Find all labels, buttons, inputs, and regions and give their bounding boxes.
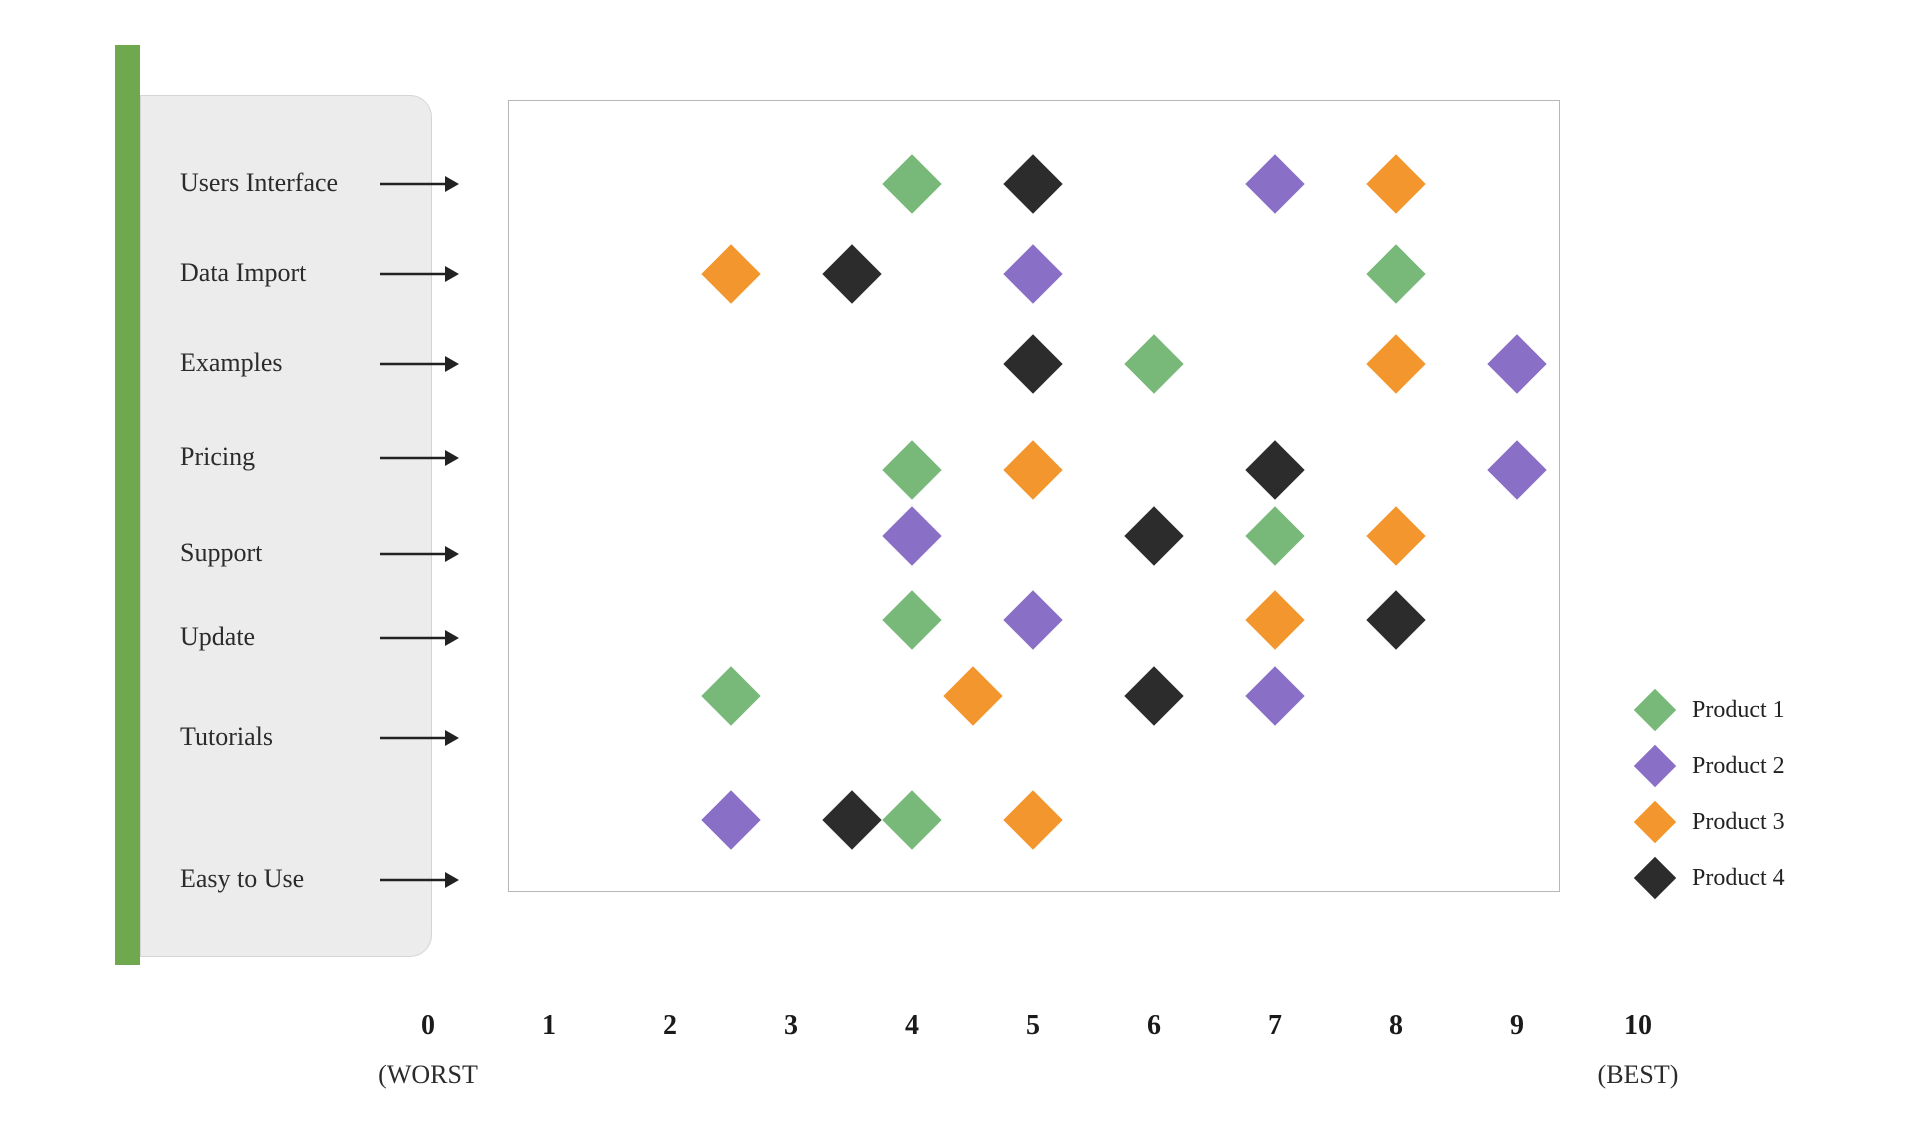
- x-tick-label: 7: [1268, 1010, 1282, 1042]
- legend-swatch-icon: [1634, 801, 1676, 843]
- legend-label: Product 4: [1692, 865, 1785, 892]
- legend-swatch-icon: [1634, 745, 1676, 787]
- legend-swatch-icon: [1634, 857, 1676, 899]
- category-label: Support: [180, 538, 262, 568]
- category-panel: [140, 95, 432, 957]
- category-label: Data Import: [180, 258, 306, 288]
- x-tick-label: 9: [1510, 1010, 1524, 1042]
- arrow-right-icon: [380, 172, 461, 196]
- legend: Product 1 Product 2 Product 3 Product 4: [1640, 682, 1785, 906]
- chart-root: Users Interface Data Import Examples Pricin…: [0, 0, 1920, 1144]
- legend-label: Product 2: [1692, 753, 1785, 780]
- category-label: Pricing: [180, 442, 255, 472]
- category-label: Easy to Use: [180, 864, 304, 894]
- x-tick-label: 2: [663, 1010, 677, 1042]
- x-tick-label: 5: [1026, 1010, 1040, 1042]
- x-tick-label: 8: [1389, 1010, 1403, 1042]
- legend-label: Product 3: [1692, 809, 1785, 836]
- category-label: Update: [180, 622, 255, 652]
- legend-item: Product 3: [1640, 794, 1785, 850]
- legend-item: Product 1: [1640, 682, 1785, 738]
- legend-swatch-icon: [1634, 689, 1676, 731]
- x-tick-label: 3: [784, 1010, 798, 1042]
- x-tick-label: 0: [421, 1010, 435, 1042]
- axis-label-worst: (WORST: [378, 1060, 478, 1090]
- arrow-right-icon: [380, 542, 461, 566]
- x-tick-label: 6: [1147, 1010, 1161, 1042]
- arrow-right-icon: [380, 868, 461, 892]
- category-label: Users Interface: [180, 168, 338, 198]
- x-tick-label: 4: [905, 1010, 919, 1042]
- arrow-right-icon: [380, 446, 461, 470]
- x-tick-label: 1: [542, 1010, 556, 1042]
- legend-label: Product 1: [1692, 697, 1785, 724]
- x-tick-label: 10: [1624, 1010, 1652, 1042]
- legend-item: Product 4: [1640, 850, 1785, 906]
- arrow-right-icon: [380, 626, 461, 650]
- accent-bar: [115, 45, 140, 965]
- category-label: Examples: [180, 348, 283, 378]
- legend-item: Product 2: [1640, 738, 1785, 794]
- arrow-right-icon: [380, 262, 461, 286]
- axis-label-best: (BEST): [1598, 1060, 1679, 1090]
- category-label: Tutorials: [180, 722, 273, 752]
- arrow-right-icon: [380, 352, 461, 376]
- arrow-right-icon: [380, 726, 461, 750]
